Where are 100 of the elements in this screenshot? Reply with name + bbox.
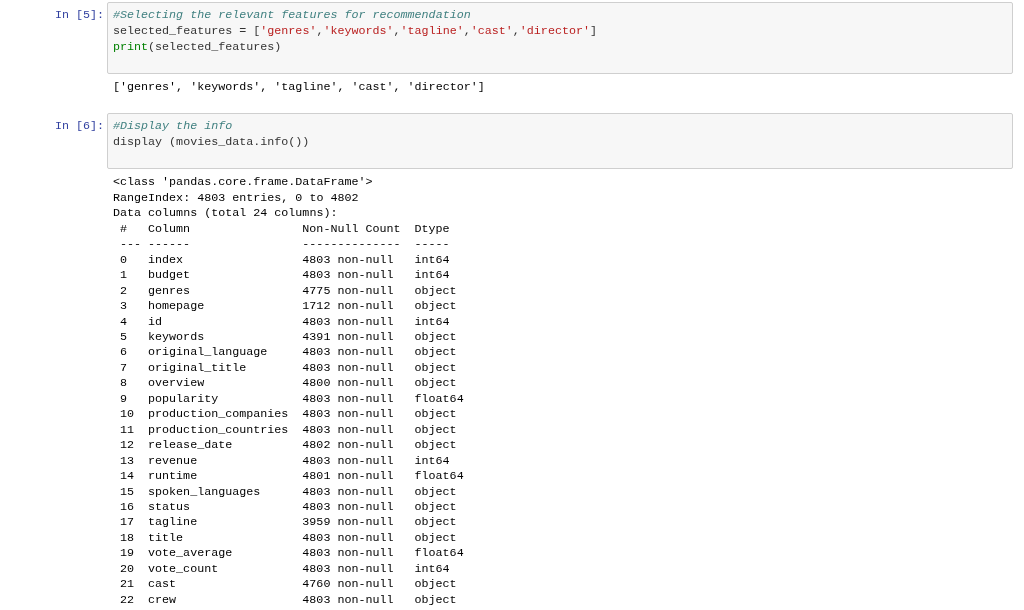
table-cell: float64 bbox=[414, 546, 464, 562]
table-cell: object bbox=[414, 283, 457, 300]
output-line: ['genres', 'keywords', 'tagline', 'cast', 'director'] bbox=[113, 80, 485, 96]
table-cell: 22 bbox=[120, 592, 135, 609]
table-cell: object bbox=[414, 515, 457, 531]
table-cell: index bbox=[148, 252, 184, 269]
table-cell: object bbox=[414, 484, 457, 500]
table-cell: 4803 non-null bbox=[302, 391, 394, 408]
table-cell: 4803 non-null bbox=[302, 592, 394, 609]
table-cell: 4803 non-null bbox=[302, 314, 394, 330]
table-cell: cast bbox=[148, 577, 177, 593]
table-cell: object bbox=[414, 577, 457, 593]
table-cell: object bbox=[414, 330, 457, 346]
table-cell: 3959 non-null bbox=[302, 515, 394, 531]
table-cell: 4803 non-null bbox=[302, 453, 394, 470]
table-cell: 4 bbox=[120, 314, 127, 330]
table-cell: homepage bbox=[148, 299, 205, 315]
code-line: display (movies_data.info()) bbox=[113, 134, 310, 151]
table-cell: float64 bbox=[414, 391, 464, 408]
column-header: # bbox=[120, 221, 127, 238]
table-cell: original_language bbox=[148, 345, 268, 361]
table-cell: production_companies bbox=[148, 407, 289, 423]
table-cell: release_date bbox=[148, 438, 233, 454]
table-cell: object bbox=[414, 438, 457, 454]
cell-prompt: In [5]: bbox=[54, 7, 104, 23]
table-cell: overview bbox=[148, 376, 205, 392]
table-cell: ------ bbox=[148, 237, 191, 253]
table-cell: 4760 non-null bbox=[302, 577, 394, 593]
table-cell: original_title bbox=[148, 360, 247, 377]
table-cell: crew bbox=[148, 592, 177, 609]
table-cell: 16 bbox=[120, 499, 135, 516]
table-cell: 3 bbox=[120, 299, 127, 315]
table-cell: 5 bbox=[120, 330, 127, 346]
table-cell: ----- bbox=[414, 237, 450, 253]
table-cell: int64 bbox=[414, 561, 450, 578]
table-cell: 4803 non-null bbox=[302, 268, 394, 284]
table-cell: 6 bbox=[120, 345, 127, 361]
table-cell: runtime bbox=[148, 469, 198, 485]
table-cell: 9 bbox=[120, 391, 127, 408]
output-line: <class 'pandas.core.frame.DataFrame'> bbox=[113, 175, 373, 191]
table-cell: 11 bbox=[120, 422, 135, 439]
table-cell: 4803 non-null bbox=[302, 530, 394, 547]
table-cell: 15 bbox=[120, 484, 135, 500]
table-cell: production_countries bbox=[148, 422, 289, 439]
output-line: RangeIndex: 4803 entries, 0 to 4802 bbox=[113, 190, 359, 207]
cell-prompt: In [6]: bbox=[54, 118, 104, 135]
table-cell: int64 bbox=[414, 268, 450, 284]
table-cell: keywords bbox=[148, 330, 205, 346]
table-cell: budget bbox=[148, 268, 191, 284]
table-cell: 4800 non-null bbox=[302, 376, 394, 392]
code-cell[interactable]: #Selecting the relevant features for recommendation selected_features = ['genres','keywords','tagline','cast','director'] print(selected_features) bbox=[107, 2, 1013, 74]
table-cell: object bbox=[414, 407, 457, 423]
table-cell: 4803 non-null bbox=[302, 546, 394, 562]
table-cell: 20 bbox=[120, 561, 135, 578]
table-cell: object bbox=[414, 422, 457, 439]
table-cell: id bbox=[148, 314, 163, 330]
table-cell: object bbox=[414, 360, 457, 377]
table-cell: object bbox=[414, 499, 457, 516]
table-cell: popularity bbox=[148, 391, 219, 408]
code-line: selected_features = ['genres','keywords','tagline','cast','director'] bbox=[113, 23, 597, 39]
table-cell: 19 bbox=[120, 546, 135, 562]
table-cell: 4803 non-null bbox=[302, 422, 394, 439]
table-cell: int64 bbox=[414, 453, 450, 470]
table-cell: vote_average bbox=[148, 546, 233, 562]
table-cell: 4803 non-null bbox=[302, 561, 394, 578]
table-cell: 14 bbox=[120, 469, 135, 485]
table-cell: 4803 non-null bbox=[302, 360, 394, 377]
table-cell: object bbox=[414, 592, 457, 609]
table-cell: int64 bbox=[414, 252, 450, 269]
table-cell: float64 bbox=[414, 469, 464, 485]
column-header: Column bbox=[148, 221, 191, 238]
table-cell: vote_count bbox=[148, 561, 219, 578]
table-cell: 4803 non-null bbox=[302, 484, 394, 500]
table-cell: 1 bbox=[120, 268, 127, 284]
table-cell: 13 bbox=[120, 453, 135, 470]
table-cell: 4801 non-null bbox=[302, 469, 394, 485]
table-cell: 4803 non-null bbox=[302, 407, 394, 423]
code-line: print(selected_features) bbox=[113, 39, 282, 55]
code-line: #Selecting the relevant features for recommendation bbox=[113, 7, 471, 23]
table-cell: spoken_languages bbox=[148, 484, 261, 500]
table-cell: 17 bbox=[120, 515, 135, 531]
column-header: Dtype bbox=[414, 221, 450, 238]
table-cell: tagline bbox=[148, 515, 198, 531]
table-cell: int64 bbox=[414, 314, 450, 330]
table-cell: 4803 non-null bbox=[302, 252, 394, 269]
column-header: Non-Null Count bbox=[302, 221, 401, 238]
code-cell[interactable]: #Display the info display (movies_data.info()) bbox=[107, 113, 1013, 170]
table-cell: 10 bbox=[120, 407, 135, 423]
table-cell: 12 bbox=[120, 438, 135, 454]
table-cell: 7 bbox=[120, 360, 127, 377]
table-cell: 21 bbox=[120, 577, 135, 593]
table-cell: 1712 non-null bbox=[302, 299, 394, 315]
table-cell: 4391 non-null bbox=[302, 330, 394, 346]
table-cell: -------------- bbox=[302, 237, 401, 253]
table-cell: object bbox=[414, 345, 457, 361]
table-cell: 4803 non-null bbox=[302, 499, 394, 516]
table-cell: object bbox=[414, 530, 457, 547]
table-cell: --- bbox=[120, 237, 142, 253]
table-cell: 0 bbox=[120, 252, 127, 269]
table-cell: genres bbox=[148, 283, 191, 300]
